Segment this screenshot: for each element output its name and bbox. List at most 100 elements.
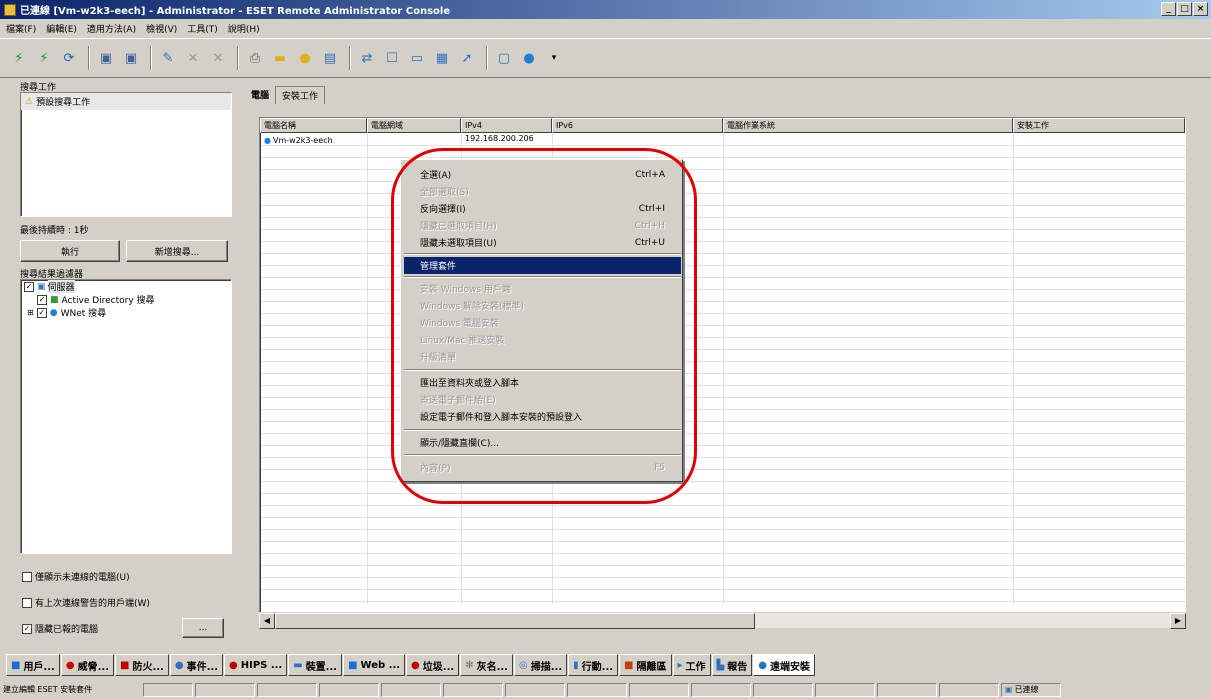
connected-icon: ▣ [1005,685,1013,694]
refresh-icon[interactable]: ⟳ [58,47,80,69]
status-cell [567,682,627,697]
policy-icon[interactable]: ● [294,47,316,69]
arrow-icon[interactable]: ➚ [456,47,478,69]
menu-tools[interactable]: 工具(T) [187,22,218,35]
report-icon[interactable]: ▤ [319,47,341,69]
column-header[interactable]: 電腦名稱 [260,118,367,133]
check-last-warning[interactable]: 有上次連線警告的用戶端(W) [22,596,150,609]
tab-quarantine[interactable]: ■ 隔離區 [619,654,672,676]
tab-label: 防火... [132,661,164,673]
run-button[interactable]: 執行 [20,240,120,262]
delete-all-icon[interactable]: ✕ [207,47,229,69]
check-show-unconnected[interactable]: 僅顯示未連線的電腦(U) [22,570,130,583]
computer-list[interactable]: 電腦名稱 電腦網域 IPv4 IPv6 電腦作業系統 安裝工作 ● Vm-w2k… [259,117,1186,622]
help-icon[interactable]: ● [518,47,540,69]
menu-item-export-script[interactable]: 匯出至資料夾或登入腳本 [404,374,681,391]
menu-help[interactable]: 說明(H) [228,22,260,35]
client-delete-icon[interactable]: ▣ [120,47,142,69]
checkbox[interactable] [22,571,32,582]
tab-scan[interactable]: ◎ 掃描... [513,654,568,676]
menu-item-manage-packages[interactable]: 管理套件 [404,257,681,274]
column-header[interactable]: IPv6 [552,118,723,133]
toolbar-separator [349,46,351,70]
checkbox[interactable]: ✓ [22,623,32,634]
tab-events[interactable]: ● 事件... [169,654,223,676]
new-task-icon[interactable]: ✎ [157,47,179,69]
minimize-button[interactable]: _ [1161,2,1176,16]
menu-item-hide-unselected[interactable]: 隱藏未選取項目(U) Ctrl+U [404,234,681,251]
menu-item-label: 升級清單 [420,353,457,363]
new-search-button[interactable]: 新增搜尋... [126,240,228,262]
checkbox[interactable]: ✓ [36,307,47,318]
expand-icon[interactable]: ⊞ [27,308,34,317]
scroll-right-icon[interactable]: ▶ [1170,613,1186,629]
tab-devices[interactable]: ▬ 裝置... [288,654,343,676]
tab-remote-install[interactable]: ● 遠端安裝 [753,654,815,676]
menu-item-show-hide-columns[interactable]: 顯示/隱藏直欄(C)... [404,434,681,451]
tab-hips[interactable]: ● HIPS ... [224,654,288,676]
scroll-thumb[interactable] [275,613,755,629]
tree-item-server[interactable]: ✓ ▣ 伺服器 [21,280,231,293]
menu-item-label: 全選(A) [420,171,452,181]
menu-item-send-email: 寄送電子郵件給(E) [404,391,681,408]
sync-icon[interactable]: ⇄ [356,47,378,69]
list-item[interactable]: ⚠ 預設搜尋工作 [21,93,231,110]
maximize-button[interactable]: □ [1177,2,1192,16]
menu-item-label: 全部選取(S) [420,188,469,198]
menu-actions[interactable]: 適用方法(A) [87,22,136,35]
menu-file[interactable]: 檔案(F) [6,22,36,35]
menu-item-default-login[interactable]: 設定電子郵件和登入腳本安裝的預設登入 [404,408,681,425]
tab-web[interactable]: ■ Web ... [343,654,406,676]
tree-item-ad[interactable]: ✓ ■ Active Directory 搜尋 [21,293,231,306]
delete-icon[interactable]: ✕ [182,47,204,69]
tab-label: HIPS ... [240,659,283,671]
menu-item-label: 安裝 Windows 用戶端 [420,285,511,295]
column-header[interactable]: IPv4 [461,118,552,133]
tab-computers[interactable]: 電腦 [245,86,275,104]
column-divider [367,134,368,604]
connect-icon[interactable]: ⚡ [8,47,30,69]
column-header[interactable]: 電腦作業系統 [723,118,1013,133]
menu-item-select-all[interactable]: 全選(A) Ctrl+A [404,166,681,183]
filter-tree[interactable]: ✓ ▣ 伺服器 ✓ ■ Active Directory 搜尋 ⊞ ✓ ● WN… [20,279,232,554]
view-list-icon[interactable]: ☐ [381,47,403,69]
help-dropdown-icon[interactable]: ▾ [543,47,565,69]
menu-item-select-all-2: 全部選取(S) [404,183,681,200]
toolbar-separator [150,46,152,70]
menu-item-invert[interactable]: 反向選擇(I) Ctrl+I [404,200,681,217]
menu-item-label: 設定電子郵件和登入腳本安裝的預設登入 [420,413,583,423]
tab-greylist[interactable]: ✻ 灰名... [460,654,513,676]
checkbox[interactable]: ✓ [24,281,34,292]
tab-mobile[interactable]: ▮ 行動... [568,654,619,676]
menu-item-install-windows: 安裝 Windows 用戶端 [404,280,681,297]
search-task-list[interactable]: ⚠ 預設搜尋工作 [20,92,232,217]
tab-tasks[interactable]: ▸ 工作 [672,654,711,676]
tab-reports[interactable]: ▙ 報告 [711,654,753,676]
tree-item-wnet[interactable]: ⊞ ✓ ● WNet 搜尋 [21,306,231,319]
menu-view[interactable]: 檢視(V) [146,22,177,35]
check-hide-dup[interactable]: ✓ 隱藏已報的電腦 [22,622,98,635]
horizontal-scrollbar[interactable]: ◀ ▶ [259,612,1186,629]
checkbox[interactable] [22,597,32,608]
print-icon[interactable]: ⎙ [244,47,266,69]
scroll-left-icon[interactable]: ◀ [259,613,275,629]
tab-users[interactable]: ■ 用戶... [6,654,60,676]
console-icon[interactable]: ▢ [493,47,515,69]
close-button[interactable]: × [1193,2,1208,16]
table-row[interactable]: ● Vm-w2k3-eech 192.168.200.206 [261,134,553,146]
folder-icon[interactable]: ▬ [269,47,291,69]
checkbox[interactable]: ✓ [37,294,47,305]
tab-firewall[interactable]: ■ 防火... [115,654,169,676]
column-header[interactable]: 電腦網域 [367,118,461,133]
view-grid-icon[interactable]: ▦ [431,47,453,69]
tab-install-tasks[interactable]: 安裝工作 [275,86,326,104]
options-button[interactable]: ... [182,618,224,638]
view-detail-icon[interactable]: ▭ [406,47,428,69]
status-text: 建立編輯 ESET 安裝套件 [3,685,93,694]
menu-edit[interactable]: 編輯(E) [46,22,77,35]
column-header[interactable]: 安裝工作 [1013,118,1185,133]
disconnect-icon[interactable]: ⚡ [33,47,55,69]
client-icon[interactable]: ▣ [95,47,117,69]
tab-threats[interactable]: ● 威脅... [60,654,114,676]
tab-spam[interactable]: ● 垃圾... [406,654,460,676]
